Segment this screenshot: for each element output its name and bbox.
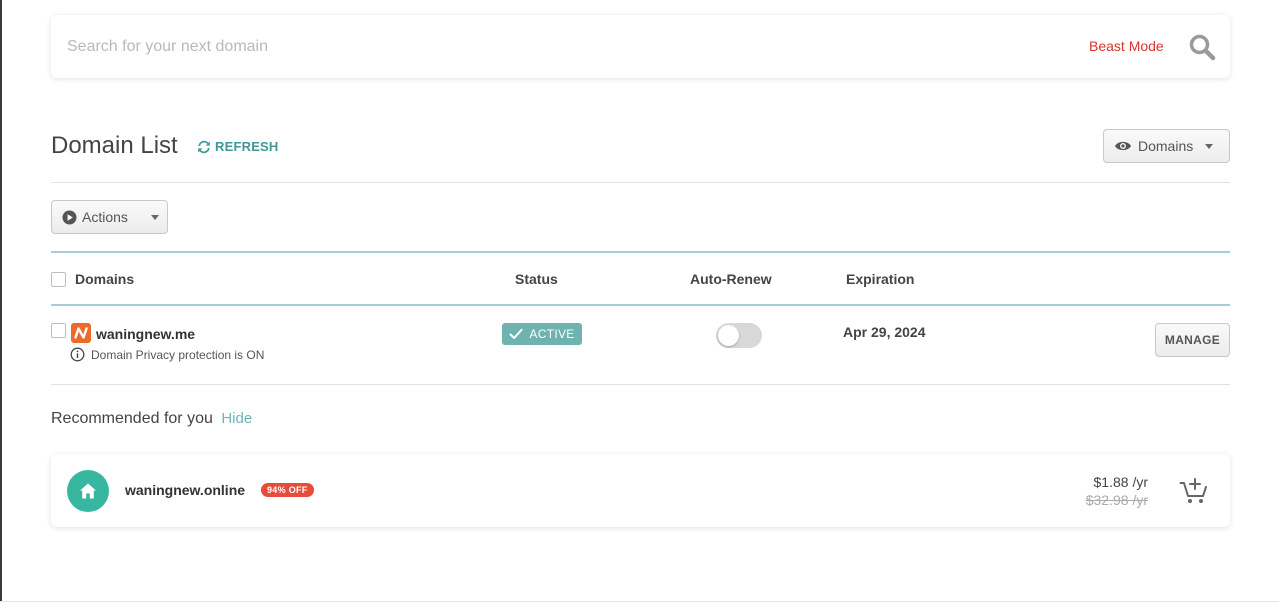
add-to-cart-icon[interactable] xyxy=(1179,476,1209,506)
status-badge: ACTIVE xyxy=(502,323,582,345)
search-input[interactable] xyxy=(67,35,967,59)
manage-button[interactable]: MANAGE xyxy=(1155,323,1230,357)
search-bar: Beast Mode xyxy=(51,15,1230,78)
domain-name-link[interactable]: waningnew.me xyxy=(96,326,195,342)
left-edge-border xyxy=(0,0,2,602)
expiration-date: Apr 29, 2024 xyxy=(843,324,926,340)
domains-view-label: Domains xyxy=(1138,138,1194,154)
divider xyxy=(51,182,1230,183)
column-header-expiration[interactable]: Expiration xyxy=(846,271,914,287)
recommended-domain-card: waningnew.online 94% OFF $1.88 /yr $32.9… xyxy=(51,454,1230,527)
discount-badge: 94% OFF xyxy=(261,483,314,497)
auto-renew-toggle[interactable] xyxy=(716,323,762,348)
domains-view-dropdown[interactable]: Domains xyxy=(1103,129,1230,163)
caret-down-icon xyxy=(1205,143,1214,149)
home-icon-badge xyxy=(67,470,109,512)
page: Beast Mode Domain List REFRESH Domains xyxy=(0,0,1279,602)
recommended-title: Recommended for you xyxy=(51,410,213,427)
original-price: $32.98 /yr xyxy=(1085,492,1148,508)
divider xyxy=(51,384,1230,385)
home-icon xyxy=(80,483,96,499)
search-icon[interactable] xyxy=(1188,33,1216,61)
beast-mode-link[interactable]: Beast Mode xyxy=(1089,38,1164,54)
select-all-checkbox[interactable] xyxy=(51,272,66,287)
table-header-bottom-border xyxy=(51,304,1230,306)
status-label: ACTIVE xyxy=(529,327,575,341)
caret-down-icon xyxy=(150,214,159,220)
column-header-domains[interactable]: Domains xyxy=(75,271,134,287)
recommended-heading: Recommended for you Hide xyxy=(51,410,252,428)
privacy-status: Domain Privacy protection is ON xyxy=(70,347,264,362)
actions-label: Actions xyxy=(82,209,128,225)
check-icon xyxy=(509,328,523,339)
page-title: Domain List xyxy=(51,132,178,159)
refresh-button[interactable]: REFRESH xyxy=(197,139,279,154)
row-select-checkbox[interactable] xyxy=(51,323,66,338)
toggle-knob xyxy=(718,325,739,346)
eye-icon xyxy=(1115,141,1131,151)
privacy-text: Domain Privacy protection is ON xyxy=(91,347,265,362)
recommended-domain-name[interactable]: waningnew.online xyxy=(125,482,245,498)
column-header-status[interactable]: Status xyxy=(515,271,558,287)
refresh-label: REFRESH xyxy=(215,139,279,154)
namecheap-logo-icon xyxy=(71,323,91,343)
table-header-top-border xyxy=(51,251,1230,253)
info-icon xyxy=(70,347,85,362)
refresh-icon xyxy=(198,140,210,153)
actions-dropdown[interactable]: Actions xyxy=(51,200,168,234)
play-circle-icon xyxy=(62,210,77,224)
hide-recommendations-link[interactable]: Hide xyxy=(221,410,252,427)
current-price: $1.88 /yr xyxy=(1093,474,1148,490)
column-header-auto-renew[interactable]: Auto-Renew xyxy=(690,271,772,287)
